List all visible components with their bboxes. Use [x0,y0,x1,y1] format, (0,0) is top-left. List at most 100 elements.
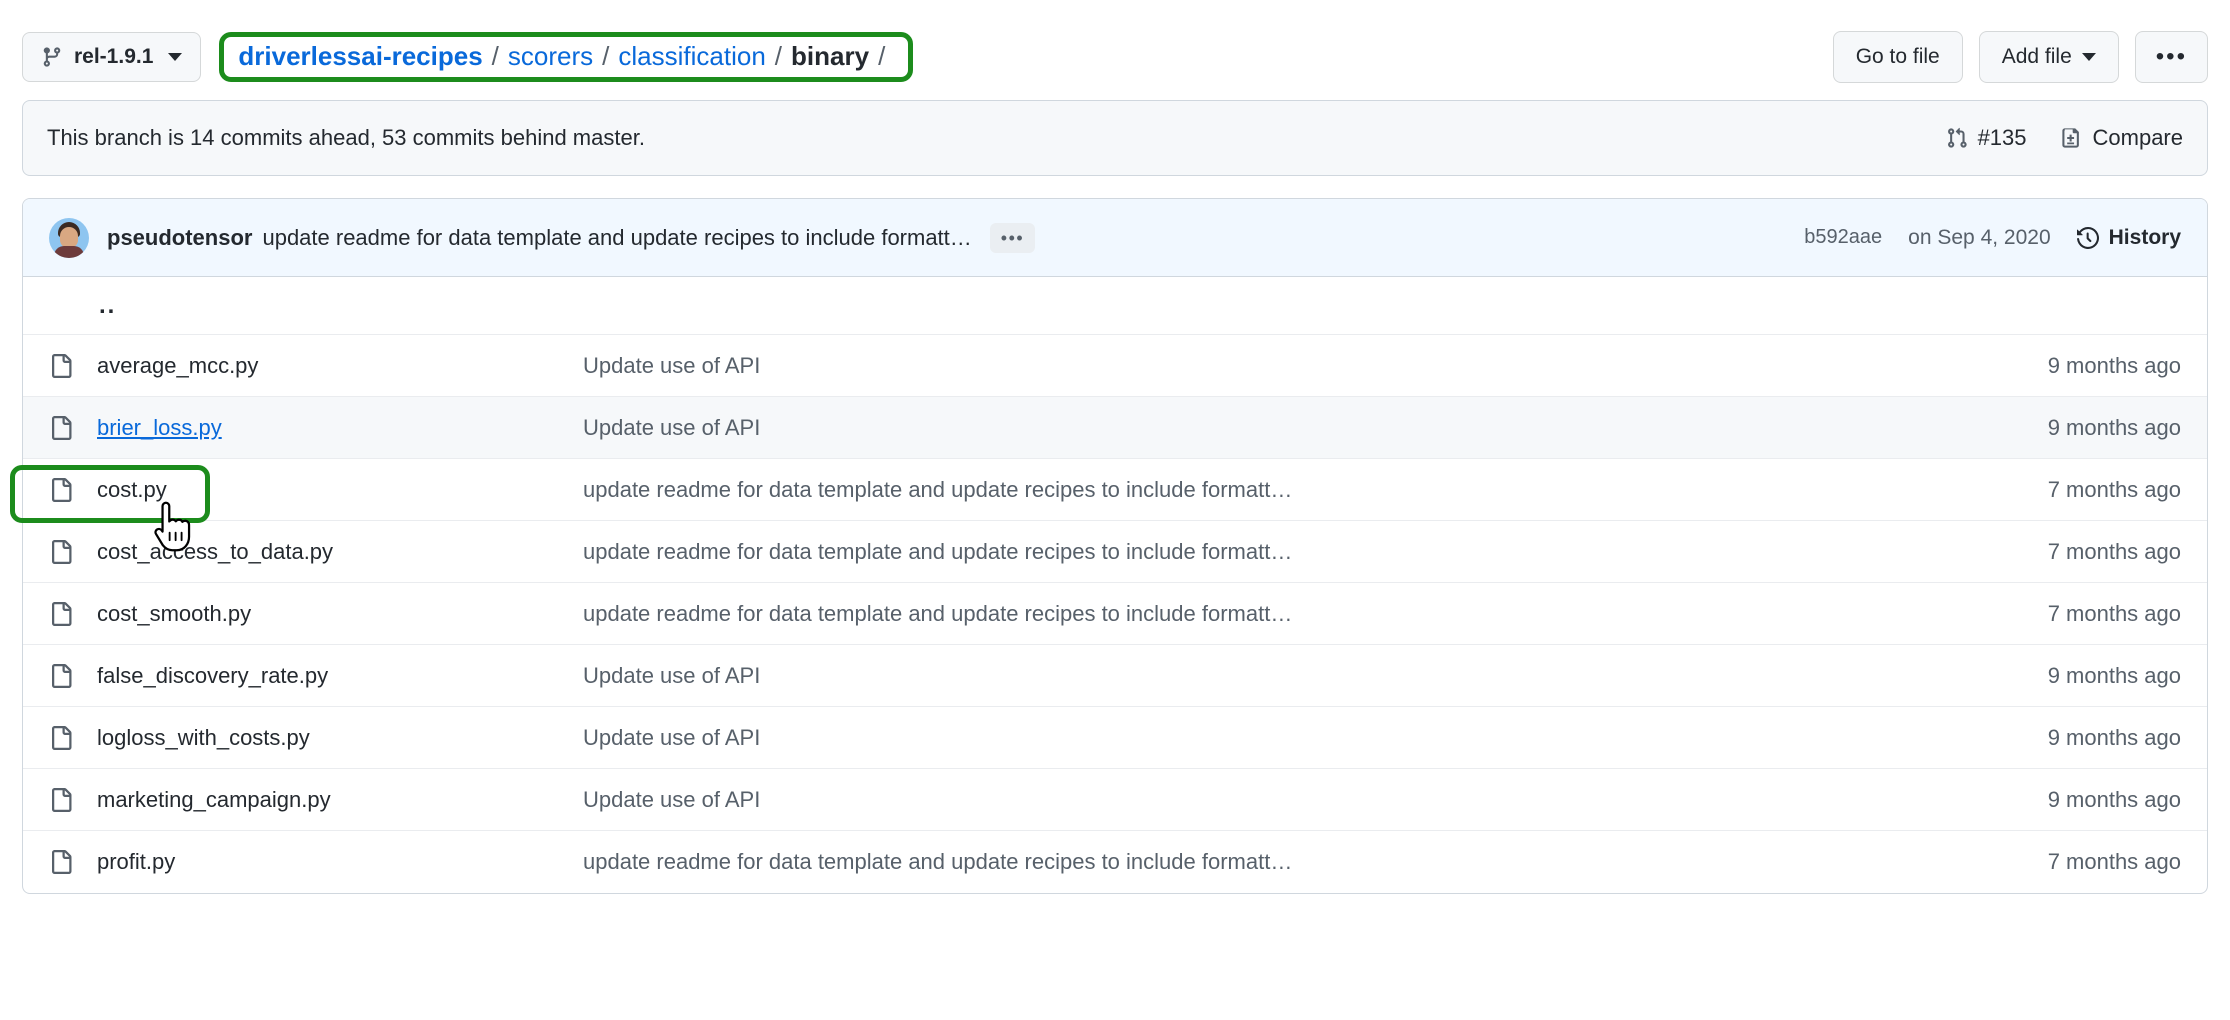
commit-date: on Sep 4, 2020 [1908,225,2051,249]
file-link[interactable]: cost_smooth.py [97,601,251,626]
header-action-buttons: Go to file Add file ••• [1832,31,2208,83]
commit-message[interactable]: update readme for data template and upda… [262,225,971,251]
file-name-cell: profit.py [97,849,583,875]
commit-meta: b592aae on Sep 4, 2020 History [1804,226,2181,250]
expand-commit-message-button[interactable]: ••• [989,222,1036,253]
parent-directory-link[interactable]: .. [97,292,116,319]
branch-name-label: rel-1.9.1 [74,45,154,68]
row-icon-cell [49,663,97,688]
branch-status-actions: #135 Compare [1946,125,2183,151]
file-link[interactable]: cost.py [97,477,167,502]
file-icon [49,601,73,626]
latest-commit-bar: pseudotensor update readme for data temp… [23,199,2207,277]
table-row[interactable]: logloss_with_costs.py Update use of API 9 … [23,707,2207,769]
file-rows: average_mcc.py Update use of API 9 months … [23,335,2207,893]
file-link[interactable]: logloss_with_costs.py [97,725,310,750]
table-row[interactable]: profit.py update readme for data template… [23,831,2207,893]
file-commit-message[interactable]: update readme for data template and upda… [583,477,1951,503]
file-name-cell: false_discovery_rate.py [97,663,583,689]
file-icon [49,415,73,440]
chevron-down-icon [2081,53,2096,61]
compare-label: Compare [2092,125,2183,150]
file-icon [49,539,73,564]
repo-toolbar: rel-1.9.1 driverlessai-recipes / scorers… [22,0,2208,92]
more-options-button[interactable]: ••• [2134,31,2208,83]
file-link[interactable]: average_mcc.py [97,353,258,378]
row-icon-cell [49,415,97,440]
row-icon-cell [49,353,97,378]
file-commit-message[interactable]: update readme for data template and upda… [583,601,1951,627]
file-commit-message[interactable]: update readme for data template and upda… [583,539,1951,565]
file-name-cell: average_mcc.py [97,353,583,379]
row-icon-cell [49,787,97,812]
file-commit-age: 9 months ago [2047,662,2181,688]
breadcrumb-current-binary: binary [791,41,870,71]
file-icon [49,725,73,750]
chevron-down-icon [168,53,183,61]
file-diff-icon [2061,127,2083,149]
file-icon [49,477,73,502]
file-link[interactable]: false_discovery_rate.py [97,663,328,688]
branch-selector-button[interactable]: rel-1.9.1 [22,32,202,82]
breadcrumb-link-scorers[interactable]: scorers [508,43,593,69]
go-to-file-button[interactable]: Go to file [1832,31,1963,83]
file-name-cell: cost.py [97,477,583,503]
row-icon-cell [49,601,97,626]
commit-author-link[interactable]: pseudotensor [107,225,252,251]
branch-status-message: This branch is 14 commits ahead, 53 comm… [47,125,645,150]
file-icon [49,663,73,688]
row-icon-cell [49,539,97,564]
file-commit-message[interactable]: Update use of API [583,725,1951,751]
breadcrumb-separator: / [602,41,610,71]
row-icon-cell [49,477,97,502]
parent-directory-name: .. [97,292,583,320]
breadcrumb-repo-link[interactable]: driverlessai-recipes [238,43,482,69]
file-link[interactable]: marketing_campaign.py [97,787,331,812]
file-commit-age: 9 months ago [2047,786,2181,812]
breadcrumb-annotation-box: driverlessai-recipes / scorers / classif… [219,32,914,82]
file-icon [49,787,73,812]
file-commit-message[interactable]: Update use of API [583,353,1951,379]
github-file-browser: rel-1.9.1 driverlessai-recipes / scorers… [0,0,2230,1020]
pull-request-number: #135 [1977,125,2027,150]
breadcrumb: driverlessai-recipes / scorers / classif… [238,43,894,69]
row-icon-cell [49,725,97,750]
commit-sha-link[interactable]: b592aae [1804,226,1882,249]
file-icon [49,353,73,378]
breadcrumb-separator: / [774,41,783,71]
file-link[interactable]: brier_loss.py [97,415,222,440]
table-row[interactable]: average_mcc.py Update use of API 9 months … [23,335,2207,397]
breadcrumb-link-classification[interactable]: classification [618,43,765,69]
table-row[interactable]: marketing_campaign.py Update use of API 9 … [23,769,2207,831]
file-link[interactable]: profit.py [97,849,175,874]
history-label: History [2108,225,2181,249]
git-branch-icon [41,46,63,68]
file-link[interactable]: cost_access_to_data.py [97,539,333,564]
file-name-cell: logloss_with_costs.py [97,725,583,751]
pull-request-link[interactable]: #135 [1946,125,2027,151]
file-commit-age: 7 months ago [2047,600,2181,626]
file-commit-age: 9 months ago [2047,414,2181,440]
file-commit-message[interactable]: update readme for data template and upda… [583,849,1951,875]
file-list-container: pseudotensor update readme for data temp… [22,198,2208,894]
file-commit-age: 7 months ago [2047,476,2181,502]
table-row[interactable]: brier_loss.py Update use of API 9 months a… [23,397,2207,459]
history-link[interactable]: History [2076,225,2181,250]
pull-request-icon [1946,127,1968,149]
table-row[interactable]: false_discovery_rate.py Update use of API… [23,645,2207,707]
file-commit-message[interactable]: Update use of API [583,663,1951,689]
avatar[interactable] [49,217,89,258]
file-name-cell: brier_loss.py [97,415,583,441]
parent-directory-row[interactable]: .. [23,277,2207,335]
history-clock-icon [2076,226,2099,249]
file-icon [49,850,73,874]
table-row[interactable]: cost_access_to_data.py update readme for … [23,521,2207,583]
branch-status-bar: This branch is 14 commits ahead, 53 comm… [22,100,2208,176]
file-commit-message[interactable]: Update use of API [583,415,1951,441]
table-row[interactable]: cost_smooth.py update readme for data tem… [23,583,2207,645]
file-commit-age: 9 months ago [2047,724,2181,750]
table-row[interactable]: cost.py update readme for data template a… [23,459,2207,521]
add-file-button[interactable]: Add file [1978,31,2119,83]
file-commit-message[interactable]: Update use of API [583,787,1951,813]
compare-link[interactable]: Compare [2061,125,2183,151]
